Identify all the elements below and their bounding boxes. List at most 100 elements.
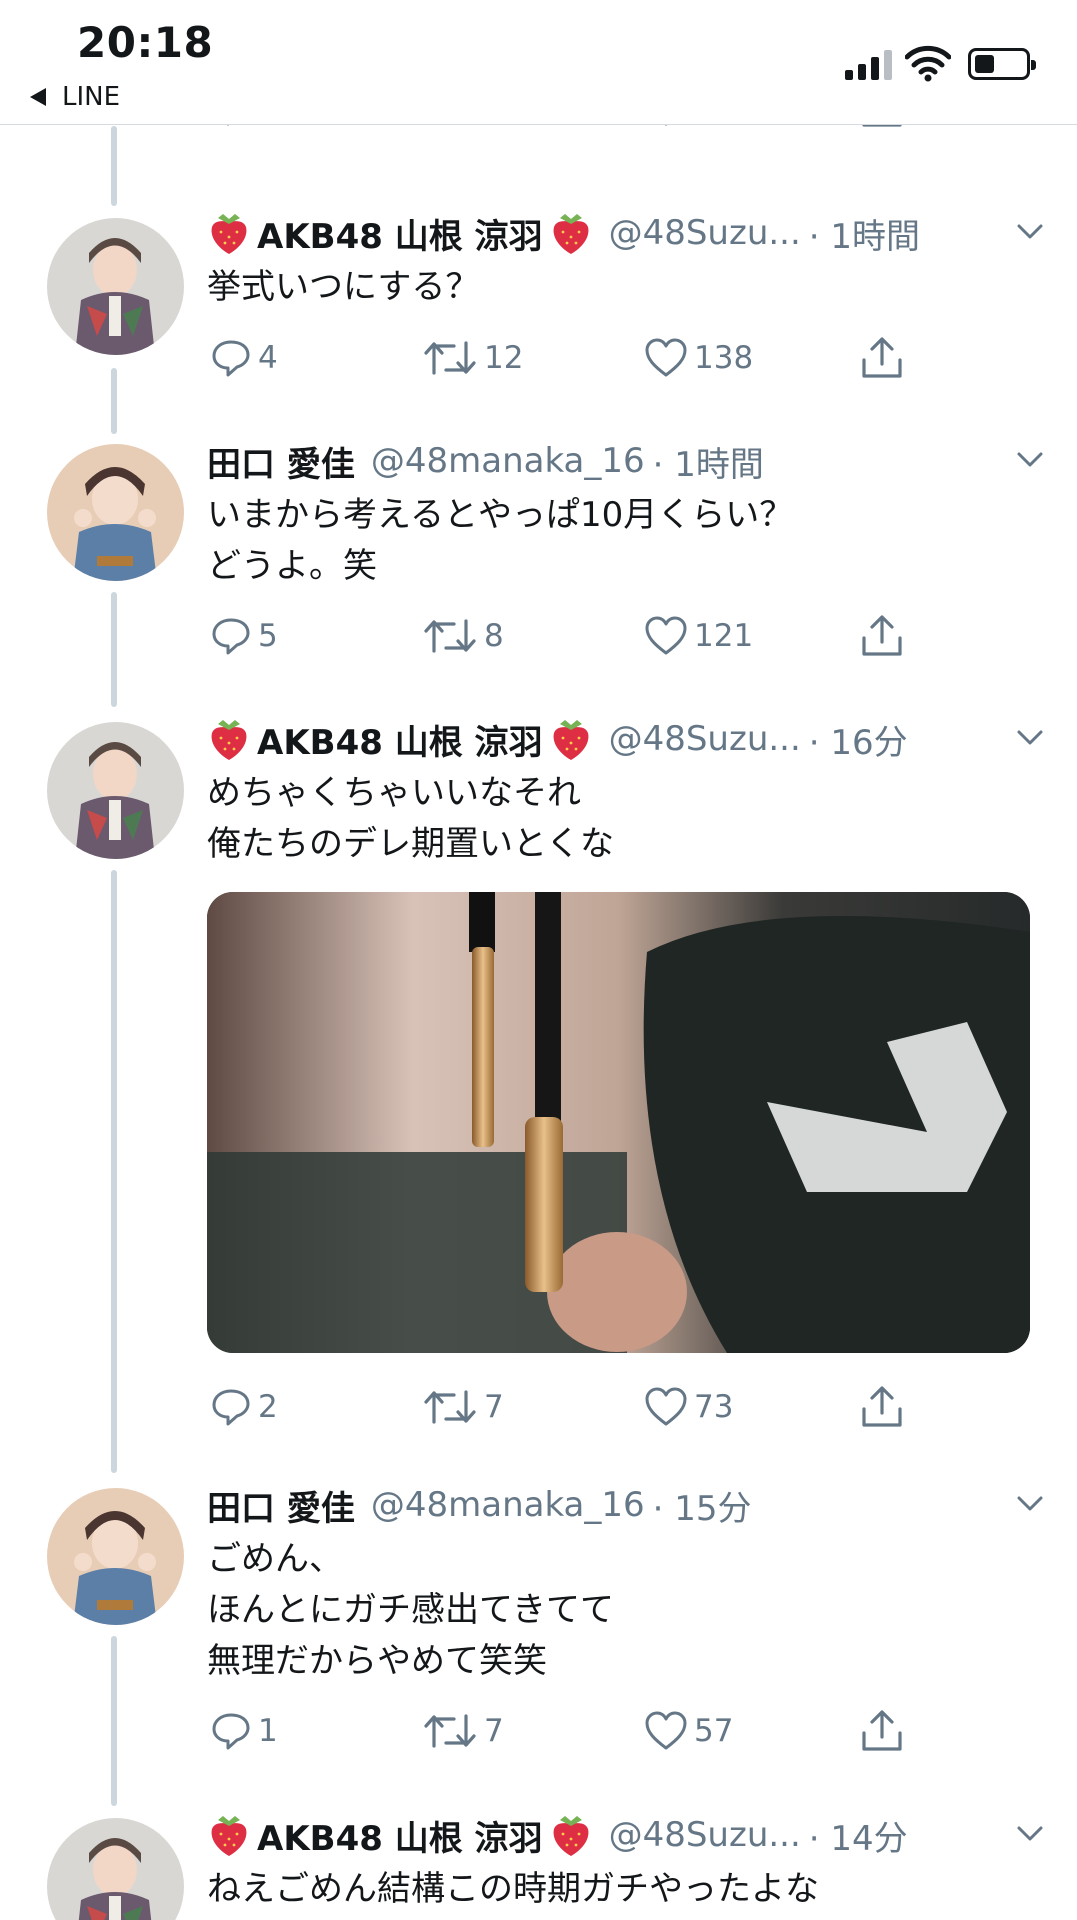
timestamp[interactable]: · 1時間 — [653, 437, 764, 486]
retweet-button[interactable]: 7 — [422, 1382, 504, 1432]
share-button[interactable] — [859, 1706, 905, 1756]
strawberry-emoji-icon — [553, 1816, 589, 1856]
strawberry-emoji-icon — [211, 1816, 247, 1856]
tweet-header: AKB48 山根 涼羽 @48Suzu... · 14分 — [207, 1810, 1037, 1860]
retweet-count: 7 — [484, 1389, 504, 1425]
like-button[interactable]: 73 — [644, 1382, 733, 1432]
timestamp[interactable]: · 1時間 — [809, 209, 920, 258]
reply-button[interactable]: 1 — [210, 1706, 278, 1756]
tweet-header: AKB48 山根 涼羽 @48Suzu... · 16分 — [207, 714, 1037, 764]
avatar[interactable] — [47, 1818, 184, 1920]
avatar[interactable] — [47, 218, 184, 355]
cellular-signal-icon — [845, 50, 892, 80]
heart-icon — [645, 1711, 687, 1750]
display-name-text: AKB48 山根 涼羽 — [257, 1818, 543, 1859]
display-name-text: 田口 愛佳 — [207, 1488, 355, 1529]
avatar[interactable] — [47, 722, 184, 859]
reply-count: 4 — [258, 340, 278, 376]
back-arrow-icon — [30, 88, 46, 106]
share-button[interactable] — [859, 333, 905, 383]
thread-line — [111, 592, 117, 707]
action-row: 5 8 121 — [207, 611, 1037, 661]
tweet-text: ねえごめん結構この時期ガチやったよな — [207, 1869, 819, 1909]
back-to-line-button[interactable]: LINE — [30, 82, 120, 112]
reply-count: 5 — [258, 618, 278, 654]
strawberry-emoji-icon — [211, 214, 247, 254]
handle[interactable]: @48manaka_16 — [371, 441, 645, 481]
like-button[interactable]: 138 — [644, 333, 753, 383]
tweet-text: いまから考えるとやっぱ10月くらい？ どうよ。笑 — [207, 495, 794, 586]
retweet-count: 7 — [484, 1713, 504, 1749]
share-button[interactable] — [859, 1382, 905, 1432]
retweet-button[interactable]: 8 — [422, 611, 504, 661]
tweet-text: 挙式いつにする？ — [207, 267, 480, 307]
tweet-text: めちゃくちゃいいなそれ 俺たちのデレ期置いとくな — [207, 773, 614, 864]
reply-icon — [212, 1713, 250, 1750]
display-name[interactable]: AKB48 山根 涼羽 — [207, 1811, 593, 1860]
tweet[interactable]: 田口 愛佳 @48manaka_16 · 15分 ごめん、 ほんとにガチ感出てき… — [207, 1480, 1043, 1751]
tweet[interactable]: AKB48 山根 涼羽 @48Suzu... · 1時間 挙式いつにする？ 4 … — [207, 208, 1043, 378]
heart-icon — [645, 338, 687, 377]
heart-icon — [645, 616, 687, 655]
timestamp[interactable]: · 15分 — [653, 1481, 752, 1530]
like-count: 138 — [694, 340, 754, 376]
handle[interactable]: @48Suzu... — [609, 719, 801, 759]
retweet-button[interactable]: 7 — [422, 1706, 504, 1756]
battery-icon — [968, 48, 1036, 80]
tweet[interactable]: 田口 愛佳 @48manaka_16 · 1時間 いまから考えるとやっぱ10月く… — [207, 436, 1043, 656]
avatar[interactable] — [47, 444, 184, 581]
thread-line — [111, 126, 117, 206]
reply-count: 1 — [258, 1713, 278, 1749]
retweet-icon — [424, 619, 476, 653]
reply-icon — [212, 340, 250, 377]
like-button[interactable]: 57 — [644, 1706, 733, 1756]
retweet-icon — [424, 1390, 476, 1424]
display-name-text: AKB48 山根 涼羽 — [257, 216, 543, 257]
reply-count: 2 — [258, 1389, 278, 1425]
retweet-button[interactable]: 12 — [422, 333, 523, 383]
handle[interactable]: @48Suzu... — [609, 213, 801, 253]
display-name-text: 田口 愛佳 — [207, 444, 355, 485]
action-row: 2 7 73 — [207, 1382, 1037, 1432]
chevron-down-icon[interactable] — [1015, 722, 1045, 752]
share-button[interactable] — [859, 611, 905, 661]
reply-icon — [212, 618, 250, 655]
retweet-count: 12 — [484, 340, 524, 376]
share-icon — [862, 615, 902, 656]
share-icon — [862, 337, 902, 378]
reply-button[interactable]: 2 — [210, 1382, 278, 1432]
avatar[interactable] — [47, 1488, 184, 1625]
display-name[interactable]: AKB48 山根 涼羽 — [207, 715, 593, 764]
action-row: 4 12 138 — [207, 333, 1037, 383]
like-count: 121 — [694, 618, 754, 654]
reply-icon — [212, 1389, 250, 1426]
strawberry-emoji-icon — [553, 214, 589, 254]
chevron-down-icon[interactable] — [1015, 1818, 1045, 1848]
reply-button[interactable]: 5 — [210, 611, 278, 661]
tweet-header: 田口 愛佳 @48manaka_16 · 15分 — [207, 1480, 1037, 1530]
display-name[interactable]: 田口 愛佳 — [207, 437, 355, 486]
heart-icon — [645, 1387, 687, 1426]
display-name[interactable]: AKB48 山根 涼羽 — [207, 209, 593, 258]
tweet-header: AKB48 山根 涼羽 @48Suzu... · 1時間 — [207, 208, 1037, 258]
handle[interactable]: @48Suzu... — [609, 1815, 801, 1855]
timestamp[interactable]: · 14分 — [809, 1811, 908, 1860]
like-button[interactable]: 121 — [644, 611, 753, 661]
like-count: 73 — [694, 1389, 734, 1425]
display-name[interactable]: 田口 愛佳 — [207, 1481, 355, 1530]
handle[interactable]: @48manaka_16 — [371, 1485, 645, 1525]
tweet[interactable]: AKB48 山根 涼羽 @48Suzu... · 14分 ねえごめん結構この時期… — [207, 1810, 1043, 1915]
display-name-text: AKB48 山根 涼羽 — [257, 722, 543, 763]
tweet[interactable]: AKB48 山根 涼羽 @48Suzu... · 16分 めちゃくちゃいいなそれ… — [207, 714, 1043, 1427]
timestamp[interactable]: · 16分 — [809, 715, 908, 764]
chevron-down-icon[interactable] — [1015, 444, 1045, 474]
chevron-down-icon[interactable] — [1015, 1488, 1045, 1518]
tweet-text: ごめん、 ほんとにガチ感出てきてて 無理だからやめて笑笑 — [207, 1539, 614, 1681]
thread-line — [111, 1636, 117, 1806]
reply-button[interactable]: 4 — [210, 333, 278, 383]
tweet-header: 田口 愛佳 @48manaka_16 · 1時間 — [207, 436, 1037, 486]
retweet-icon — [424, 341, 476, 375]
back-label: LINE — [62, 82, 121, 112]
chevron-down-icon[interactable] — [1015, 216, 1045, 246]
tweet-media-image[interactable] — [207, 892, 1030, 1353]
